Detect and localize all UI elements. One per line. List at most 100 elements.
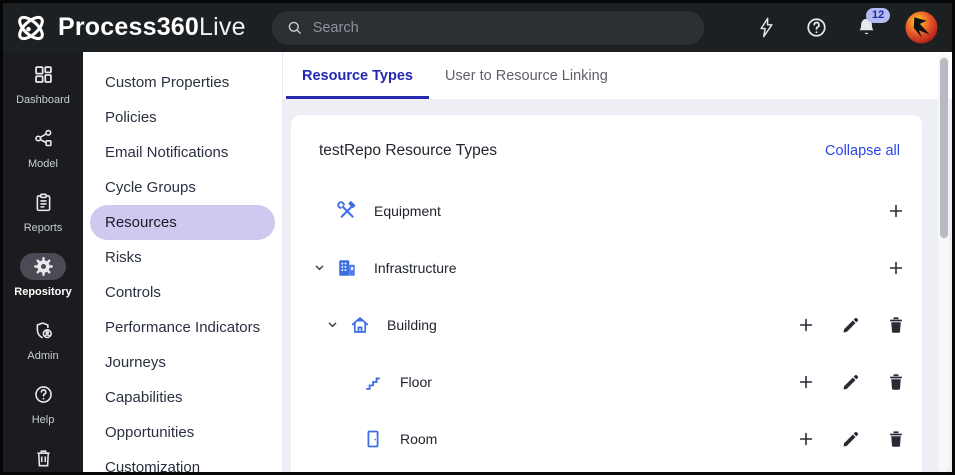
search-bar[interactable] xyxy=(271,10,704,45)
quick-actions-button[interactable] xyxy=(755,16,778,39)
nav-item-admin[interactable]: Admin xyxy=(3,317,83,381)
resource-types-panel: testRepo Resource Types Collapse all Equ… xyxy=(291,115,922,472)
menu-item-risks[interactable]: Risks xyxy=(90,240,275,275)
search-icon xyxy=(288,21,301,34)
nav-item-repository[interactable]: Repository xyxy=(3,253,83,317)
repository-menu: Custom Properties Policies Email Notific… xyxy=(83,52,283,472)
app-logo-icon xyxy=(13,10,49,46)
top-bar: Process360Live Search 12 xyxy=(3,3,952,52)
help-icon xyxy=(20,381,66,408)
row-actions xyxy=(792,425,910,453)
floor-icon xyxy=(362,371,384,393)
lightning-icon xyxy=(760,17,773,38)
add-button[interactable] xyxy=(882,254,910,282)
room-icon xyxy=(362,428,384,450)
app-title: Process360Live xyxy=(58,13,246,41)
resource-type-label: Equipment xyxy=(374,202,441,219)
app-body: Dashboard Model Reports Repository Admin… xyxy=(3,52,952,472)
nav-item-model[interactable]: Model xyxy=(3,125,83,189)
model-icon xyxy=(20,125,66,152)
edit-button[interactable] xyxy=(837,311,865,339)
chevron-down-icon[interactable] xyxy=(320,317,344,332)
menu-item-controls[interactable]: Controls xyxy=(90,275,275,310)
expander-slot[interactable] xyxy=(333,374,357,389)
resource-type-label: Building xyxy=(387,316,437,333)
menu-item-performance-indicators[interactable]: Performance Indicators xyxy=(90,310,275,345)
reports-icon xyxy=(20,189,66,216)
nav-item-help[interactable]: Help xyxy=(3,381,83,445)
trash-nav-button[interactable] xyxy=(33,446,54,470)
resource-type-row-building[interactable]: Building xyxy=(291,296,922,353)
edit-button[interactable] xyxy=(837,368,865,396)
menu-item-label: Risks xyxy=(105,249,142,266)
menu-item-journeys[interactable]: Journeys xyxy=(90,345,275,380)
help-button[interactable] xyxy=(805,16,828,39)
menu-item-label: Policies xyxy=(105,109,157,126)
add-button[interactable] xyxy=(792,425,820,453)
resource-type-row-floor[interactable]: Floor xyxy=(291,353,922,410)
menu-item-label: Performance Indicators xyxy=(105,319,261,336)
add-button[interactable] xyxy=(882,197,910,225)
nav-item-dashboard[interactable]: Dashboard xyxy=(3,61,83,125)
nav-item-label: Help xyxy=(31,414,55,426)
nav-item-label: Reports xyxy=(23,222,63,234)
scrollbar[interactable] xyxy=(938,54,949,472)
notification-badge: 12 xyxy=(866,8,891,23)
menu-item-label: Customization xyxy=(105,459,201,475)
add-button[interactable] xyxy=(792,368,820,396)
row-actions xyxy=(792,311,910,339)
nav-item-label: Repository xyxy=(14,286,72,298)
tab-label: Resource Types xyxy=(302,67,413,84)
menu-item-capabilities[interactable]: Capabilities xyxy=(90,380,275,415)
menu-item-label: Resources xyxy=(105,214,177,231)
tab-user-to-resource-linking[interactable]: User to Resource Linking xyxy=(429,52,624,99)
dashboard-icon xyxy=(20,61,66,88)
menu-item-resources[interactable]: Resources xyxy=(90,205,275,240)
menu-item-policies[interactable]: Policies xyxy=(90,100,275,135)
expander-slot[interactable] xyxy=(307,203,331,218)
trash-icon xyxy=(36,450,50,467)
main-content: Resource Types User to Resource Linking … xyxy=(283,52,952,472)
edit-button[interactable] xyxy=(837,425,865,453)
delete-button[interactable] xyxy=(882,368,910,396)
menu-item-label: Email Notifications xyxy=(105,144,229,161)
resource-type-label: Infrastructure xyxy=(374,259,457,276)
tab-label: User to Resource Linking xyxy=(444,67,608,84)
primary-nav: Dashboard Model Reports Repository Admin… xyxy=(3,52,83,472)
user-avatar[interactable] xyxy=(905,11,938,44)
tab-resource-types[interactable]: Resource Types xyxy=(286,52,429,99)
resource-type-row-room[interactable]: Room xyxy=(291,410,922,467)
menu-item-label: Opportunities xyxy=(105,424,195,441)
resource-type-row-equipment[interactable]: Equipment xyxy=(291,182,922,239)
menu-item-cycle-groups[interactable]: Cycle Groups xyxy=(90,170,275,205)
notifications-button[interactable]: 12 xyxy=(855,8,891,39)
add-button[interactable] xyxy=(792,311,820,339)
scrollbar-thumb[interactable] xyxy=(939,58,948,238)
menu-item-opportunities[interactable]: Opportunities xyxy=(90,415,275,450)
brand: Process360Live xyxy=(13,10,246,46)
menu-item-custom-properties[interactable]: Custom Properties xyxy=(90,65,275,100)
menu-item-label: Capabilities xyxy=(105,389,183,406)
panel-header: testRepo Resource Types Collapse all xyxy=(291,115,922,182)
resource-type-row-infrastructure[interactable]: Infrastructure xyxy=(291,239,922,296)
menu-item-label: Journeys xyxy=(105,354,166,371)
menu-item-email-notifications[interactable]: Email Notifications xyxy=(90,135,275,170)
delete-button[interactable] xyxy=(882,311,910,339)
nav-item-reports[interactable]: Reports xyxy=(3,189,83,253)
search-input[interactable] xyxy=(312,19,690,36)
chevron-down-icon[interactable] xyxy=(307,260,331,275)
expander-slot[interactable] xyxy=(333,431,357,446)
menu-item-customization[interactable]: Customization xyxy=(90,450,275,475)
tab-bar: Resource Types User to Resource Linking xyxy=(283,52,952,99)
delete-button[interactable] xyxy=(882,425,910,453)
help-icon xyxy=(807,18,826,37)
row-actions xyxy=(792,368,910,396)
collapse-all-link[interactable]: Collapse all xyxy=(825,143,900,159)
infrastructure-icon xyxy=(336,257,358,279)
content-canvas: testRepo Resource Types Collapse all Equ… xyxy=(283,99,952,472)
top-actions: 12 xyxy=(755,8,938,44)
building-icon xyxy=(349,314,371,336)
nav-item-label: Admin xyxy=(27,350,59,362)
nav-item-label: Model xyxy=(28,158,58,170)
menu-item-label: Cycle Groups xyxy=(105,179,196,196)
